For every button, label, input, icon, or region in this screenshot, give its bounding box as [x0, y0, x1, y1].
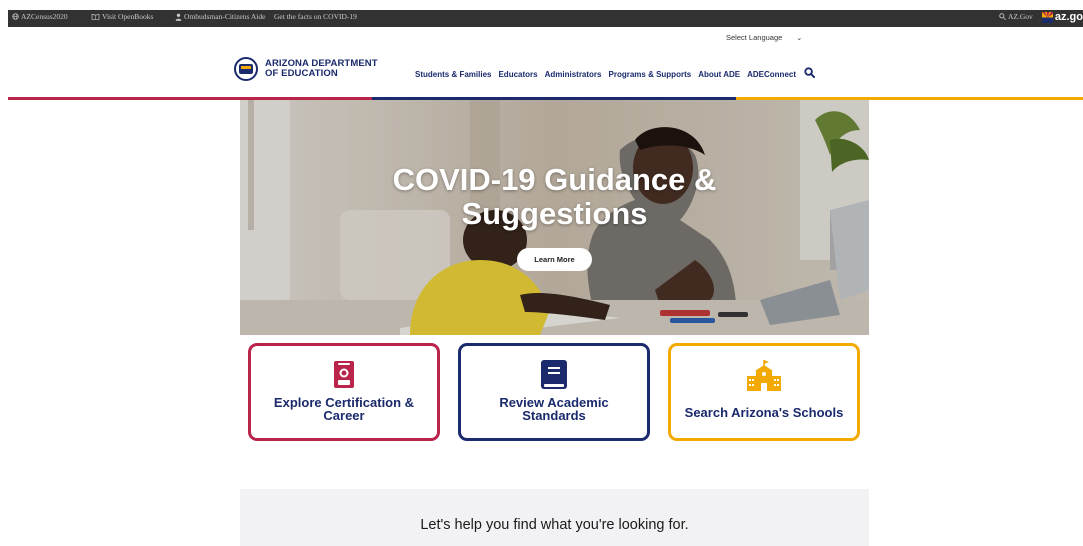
- nav-item-students-families[interactable]: Students & Families: [415, 70, 491, 79]
- hero-banner: COVID-19 Guidance & Suggestions Learn Mo…: [240, 100, 869, 335]
- card-label: Explore Certification & Career: [251, 396, 437, 422]
- card-label-line1: Search Arizona's Schools: [684, 405, 844, 420]
- card-academic-standards[interactable]: Review Academic Standards: [458, 343, 650, 441]
- language-select[interactable]: Select Language ⌄: [726, 33, 802, 42]
- search-icon: [804, 67, 816, 79]
- help-panel: Let's help you find what you're looking …: [240, 489, 869, 546]
- utility-link-label: Get the facts on COVID-19: [274, 12, 357, 21]
- utility-link-covid[interactable]: Get the facts on COVID-19: [274, 12, 357, 21]
- nav-item-adeconnect[interactable]: ADEConnect: [747, 70, 796, 79]
- person-icon: [175, 13, 182, 21]
- az-gov-logo-text: az.go: [1054, 11, 1083, 23]
- utility-link-label: AZ.Gov: [1008, 12, 1033, 21]
- ade-logo-text: ARIZONA DEPARTMENT OF EDUCATION: [265, 58, 378, 80]
- language-select-label: Select Language: [726, 33, 783, 42]
- certificate-icon: [334, 361, 354, 388]
- utility-link-azgov[interactable]: AZ.Gov: [999, 12, 1033, 21]
- globe-icon: [12, 13, 19, 20]
- utility-link-label: AZCensus2020: [21, 12, 68, 21]
- utility-bar: AZCensus2020 Visit OpenBooks Ombudsman-C…: [8, 10, 1083, 27]
- ade-seal-icon: [234, 57, 258, 81]
- learn-more-button[interactable]: Learn More: [517, 248, 592, 271]
- main-nav: Students & Families Educators Administra…: [415, 65, 816, 83]
- search-button[interactable]: [804, 65, 816, 83]
- hero-title: COVID-19 Guidance & Suggestions: [240, 163, 869, 231]
- utility-link-ombudsman[interactable]: Ombudsman-Citizens Aide: [175, 12, 265, 21]
- search-icon: [999, 13, 1006, 20]
- card-label: Search Arizona's Schools: [671, 406, 857, 419]
- card-label: Review Academic Standards: [461, 396, 647, 422]
- card-label-line2: Career: [323, 408, 365, 423]
- az-flag-icon: [1041, 11, 1053, 23]
- utility-link-census[interactable]: AZCensus2020: [12, 12, 68, 21]
- card-certification-career[interactable]: Explore Certification & Career: [248, 343, 440, 441]
- ade-logo-line2: OF EDUCATION: [265, 68, 338, 79]
- chevron-down-icon: ⌄: [796, 34, 803, 42]
- ade-logo[interactable]: ARIZONA DEPARTMENT OF EDUCATION: [234, 57, 378, 81]
- nav-item-administrators[interactable]: Administrators: [545, 70, 602, 79]
- utility-link-label: Visit OpenBooks: [102, 12, 154, 21]
- help-heading: Let's help you find what you're looking …: [420, 517, 689, 533]
- card-search-schools[interactable]: Search Arizona's Schools: [668, 343, 860, 441]
- card-label-line2: Standards: [522, 408, 586, 423]
- nav-item-educators[interactable]: Educators: [498, 70, 537, 79]
- book-icon: [541, 360, 567, 389]
- nav-item-programs-supports[interactable]: Programs & Supports: [609, 70, 692, 79]
- nav-item-about-ade[interactable]: About ADE: [698, 70, 740, 79]
- school-icon: [747, 360, 781, 391]
- hero-title-line1: COVID-19 Guidance &: [392, 162, 717, 197]
- utility-link-label: Ombudsman-Citizens Aide: [184, 12, 266, 21]
- hero-title-line2: Suggestions: [461, 196, 648, 231]
- open-book-icon: [91, 13, 100, 20]
- az-gov-logo[interactable]: az.go: [1041, 11, 1083, 23]
- utility-link-openbooks[interactable]: Visit OpenBooks: [91, 12, 153, 21]
